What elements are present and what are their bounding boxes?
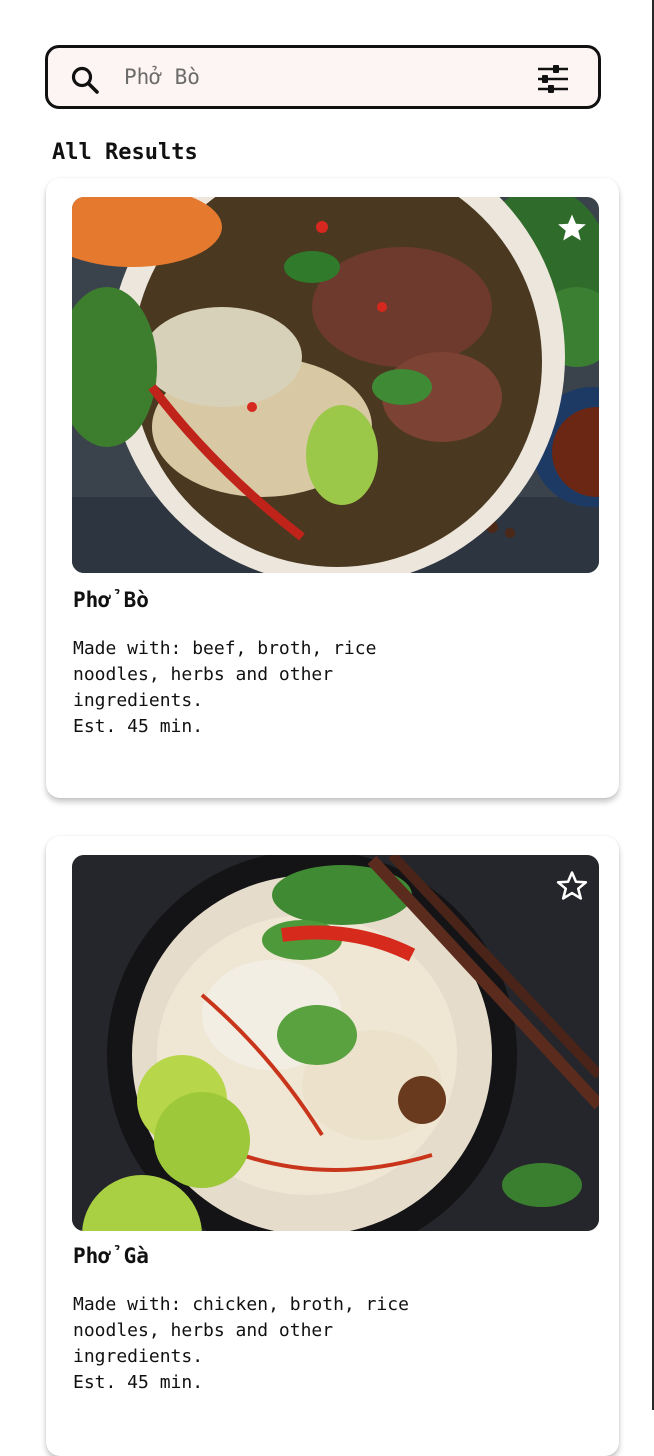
- recipe-ingredients: Made with: beef, broth, rice noodles, he…: [73, 638, 377, 711]
- recipe-title: Phở Gà: [73, 1244, 149, 1268]
- star-outline-icon[interactable]: [555, 869, 589, 903]
- recipe-ingredients: Made with: chicken, broth, rice noodles,…: [73, 1294, 409, 1367]
- star-filled-icon[interactable]: [555, 211, 589, 245]
- search-bar[interactable]: [45, 45, 601, 109]
- recipe-photo[interactable]: [72, 855, 599, 1231]
- recipe-photo[interactable]: [72, 197, 599, 573]
- results-heading: All Results: [52, 140, 198, 165]
- recipe-card[interactable]: Phở Bò Made with: beef, broth, rice nood…: [46, 178, 619, 798]
- recipe-card[interactable]: Phở Gà Made with: chicken, broth, rice n…: [46, 836, 619, 1456]
- search-input[interactable]: [124, 58, 524, 96]
- recipe-description: Made with: chicken, broth, rice noodles,…: [73, 1292, 453, 1396]
- recipe-title: Phở Bò: [73, 588, 149, 612]
- recipe-description: Made with: beef, broth, rice noodles, he…: [73, 636, 433, 740]
- recipe-time: Est. 45 min.: [73, 716, 204, 737]
- beef-pho-image: [72, 197, 599, 573]
- recipe-time: Est. 45 min.: [73, 1372, 204, 1393]
- chicken-pho-image: [72, 855, 599, 1231]
- sliders-icon[interactable]: [536, 64, 570, 94]
- search-icon[interactable]: [70, 65, 100, 95]
